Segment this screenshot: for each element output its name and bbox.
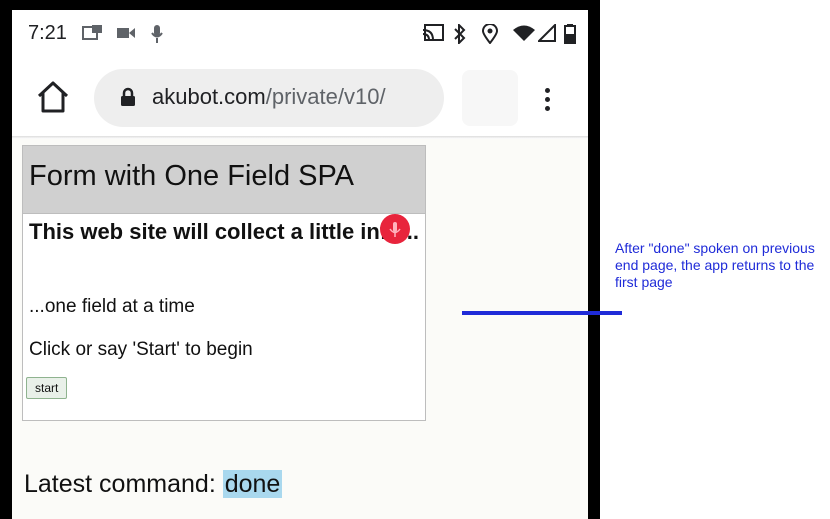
- info-line-1: ...one field at a time: [29, 296, 195, 317]
- info-line-2: Click or say 'Start' to begin: [29, 339, 253, 360]
- url-text: akubot.com/private/v10/: [152, 84, 386, 110]
- status-time: 7:21: [28, 22, 67, 44]
- mic-icon[interactable]: [380, 214, 410, 244]
- app-panel: Form with One Field SPA This web site wi…: [22, 145, 426, 421]
- overflow-menu-icon[interactable]: [544, 88, 552, 112]
- tab-switcher-button[interactable]: [462, 70, 518, 126]
- latest-command-value: done: [222, 470, 283, 498]
- address-bar[interactable]: akubot.com/private/v10/: [94, 69, 444, 127]
- phone-screen: 7:21 akubot.com/private/v10/ Form with O…: [12, 10, 588, 519]
- latest-command: Latest command: done: [24, 470, 283, 499]
- app-title: Form with One Field SPA: [29, 160, 355, 192]
- location-icon: [482, 24, 498, 44]
- wifi-icon: [513, 25, 535, 41]
- notification-icon: [82, 25, 102, 40]
- status-bar: 7:21: [12, 10, 588, 56]
- intro-heading: This web site will collect a little info…: [29, 219, 419, 244]
- lock-icon: [121, 87, 135, 106]
- battery-icon: [564, 24, 576, 44]
- bluetooth-icon: [454, 24, 466, 44]
- microphone-icon: [151, 25, 163, 43]
- annotation-text: After "done" spoken on previous end page…: [615, 240, 815, 290]
- annotation-connector-line: [462, 311, 622, 315]
- url-domain: akubot.com: [152, 84, 266, 109]
- video-camera-icon: [117, 28, 135, 38]
- signal-icon: [538, 24, 556, 42]
- phone-frame: 7:21 akubot.com/private/v10/ Form with O…: [0, 0, 600, 519]
- cast-icon: [422, 24, 444, 41]
- browser-toolbar: akubot.com/private/v10/: [12, 56, 588, 138]
- app-header: Form with One Field SPA: [23, 146, 425, 214]
- app-body: This web site will collect a little info…: [23, 214, 425, 420]
- start-button[interactable]: start: [26, 377, 68, 399]
- url-path: /private/v10/: [265, 84, 386, 109]
- home-icon[interactable]: [36, 80, 70, 114]
- latest-command-label: Latest command:: [24, 470, 216, 498]
- microphone-glyph-icon: [389, 222, 401, 237]
- page-content: Form with One Field SPA This web site wi…: [12, 139, 588, 519]
